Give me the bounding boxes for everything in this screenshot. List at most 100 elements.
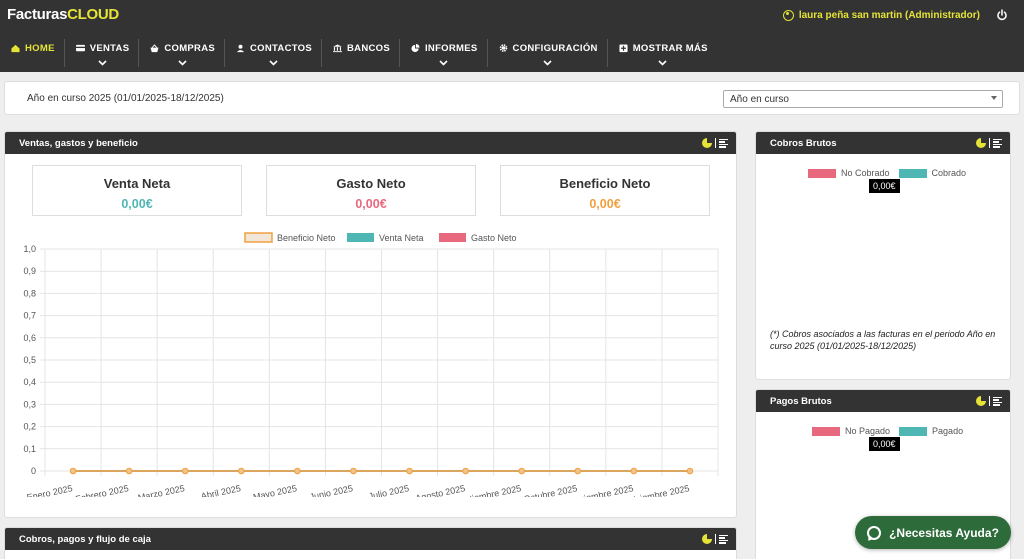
kpi-value: 0,00€ [589, 197, 621, 211]
app-logo[interactable]: FacturasCLOUD [7, 6, 119, 23]
top-bar: FacturasCLOUD laura peña san martin (Adm… [0, 0, 1024, 72]
data-point [462, 467, 469, 475]
nav-mostrar-más[interactable]: MOSTRAR MÁS [608, 36, 718, 72]
chevron-down-icon [97, 60, 107, 66]
legend-swatch [347, 233, 374, 242]
y-tick-label: 0,5 [23, 355, 36, 365]
x-tick-label: Noviembre 2025 [568, 483, 635, 497]
legend-item[interactable]: Pagado [899, 426, 963, 436]
bank-icon [333, 44, 343, 53]
tool-separator [989, 396, 990, 406]
legend-label: Venta Neta [379, 233, 424, 243]
chat-bubble-icon [867, 525, 882, 540]
y-tick-label: 0,2 [23, 422, 36, 432]
x-tick-label: Marzo 2025 [137, 483, 186, 497]
panel-tools [976, 396, 1002, 406]
tool-separator [715, 534, 716, 544]
x-tick-label: Mayo 2025 [252, 483, 298, 497]
y-tick-label: 0,3 [23, 399, 36, 409]
panel-header: Pagos Brutos [756, 390, 1010, 412]
gear-icon [499, 44, 507, 52]
legend-item[interactable]: No Pagado [812, 426, 890, 436]
list-icon[interactable] [993, 138, 1002, 148]
chevron-down-icon [269, 60, 278, 66]
panel-tools [702, 534, 728, 544]
y-tick-label: 0,6 [23, 333, 36, 343]
logo-accent-text: CLOUD [67, 6, 119, 23]
nav-row: VENTAS [75, 43, 130, 54]
legend-item[interactable]: Cobrado [898, 168, 966, 178]
nav-compras[interactable]: COMPRAS [139, 36, 226, 72]
legend-swatch [244, 232, 273, 243]
x-tick-label: Octubre 2025 [523, 483, 578, 497]
panel-header: Ventas, gastos y beneficio [5, 132, 736, 154]
x-tick-label: Abril 2025 [200, 483, 242, 497]
y-tick-label: 0,9 [23, 266, 36, 276]
data-point [181, 467, 189, 475]
panel-title: Ventas, gastos y beneficio [19, 138, 138, 149]
legend-label: Beneficio Neto [277, 233, 336, 243]
nav-home[interactable]: HOME [0, 36, 65, 72]
nav-label: HOME [25, 43, 55, 54]
period-select-value: Año en curso [730, 94, 789, 105]
user-menu[interactable]: laura peña san martin (Administrador) [782, 10, 980, 21]
x-tick-label: Diciembre 2025 [627, 483, 691, 497]
power-icon[interactable] [996, 9, 1008, 21]
nav-label: INFORMES [424, 43, 478, 54]
legend-item[interactable]: No Cobrado [808, 168, 890, 178]
panel-tools [976, 138, 1002, 148]
help-chat-button[interactable]: ¿Necesitas Ayuda? [855, 516, 1011, 549]
legend-swatch [808, 168, 836, 178]
cobros-brutos-panel: Cobros Brutos No Cobrado Cobrado 0,00€ (… [755, 131, 1011, 380]
sales-expenses-panel: Ventas, gastos y beneficio Venta Neta 0,… [4, 131, 737, 518]
flujo-caja-panel: Cobros, pagos y flujo de caja [4, 527, 737, 559]
x-tick-label: Junio 2025 [309, 483, 354, 497]
panel-header: Cobros Brutos [756, 132, 1010, 154]
list-icon[interactable] [719, 138, 728, 148]
card-icon [75, 44, 85, 52]
nav-row: INFORMES [410, 43, 478, 54]
tool-separator [715, 138, 716, 148]
pie-chart-icon[interactable] [702, 534, 712, 544]
cobros-legend: No Cobrado Cobrado [808, 168, 975, 178]
legend-swatch [898, 168, 927, 178]
y-tick-label: 0,4 [23, 377, 36, 387]
pie-chart-icon[interactable] [976, 396, 986, 406]
basket-icon [150, 44, 159, 53]
data-point [294, 467, 301, 475]
nav-bancos[interactable]: BANCOS [322, 36, 400, 72]
chevron-down-icon [439, 60, 448, 66]
nav-label: COMPRAS [164, 43, 216, 54]
list-icon[interactable] [993, 396, 1002, 406]
x-tick-label: Agosto 2025 [415, 483, 467, 497]
legend-swatch [439, 233, 466, 242]
pie-chart-icon[interactable] [702, 138, 712, 148]
chevron-down-icon [178, 60, 187, 66]
user-icon [236, 44, 245, 53]
panel-title: Pagos Brutos [770, 396, 832, 407]
pie-chart-icon [411, 44, 420, 53]
nav-label: BANCOS [347, 43, 390, 54]
legend-label: No Cobrado [841, 168, 890, 178]
data-point [518, 467, 526, 475]
data-point [630, 467, 638, 475]
data-point [125, 467, 133, 475]
nav-configuración[interactable]: CONFIGURACIÓN [488, 36, 608, 72]
nav-row: MOSTRAR MÁS [618, 43, 708, 54]
period-select[interactable]: Año en curso [723, 90, 1003, 108]
nav-label: CONFIGURACIÓN [512, 43, 598, 54]
list-icon[interactable] [719, 534, 728, 544]
kpi-gasto-neto: Gasto Neto 0,00€ [266, 165, 476, 216]
nav-ventas[interactable]: VENTAS [65, 36, 140, 72]
help-label: ¿Necesitas Ayuda? [889, 525, 999, 540]
nav-row: CONFIGURACIÓN [498, 43, 598, 54]
tool-separator [989, 138, 990, 148]
logo-text: Facturas [7, 6, 68, 23]
select-arrow-icon [991, 96, 997, 100]
kpi-title: Beneficio Neto [559, 176, 651, 191]
pie-chart-icon[interactable] [976, 138, 986, 148]
kpi-venta-neta: Venta Neta 0,00€ [32, 165, 242, 216]
nav-contactos[interactable]: CONTACTOS [225, 36, 323, 72]
nav-informes[interactable]: INFORMES [400, 36, 488, 72]
nav-row: BANCOS [332, 43, 390, 54]
